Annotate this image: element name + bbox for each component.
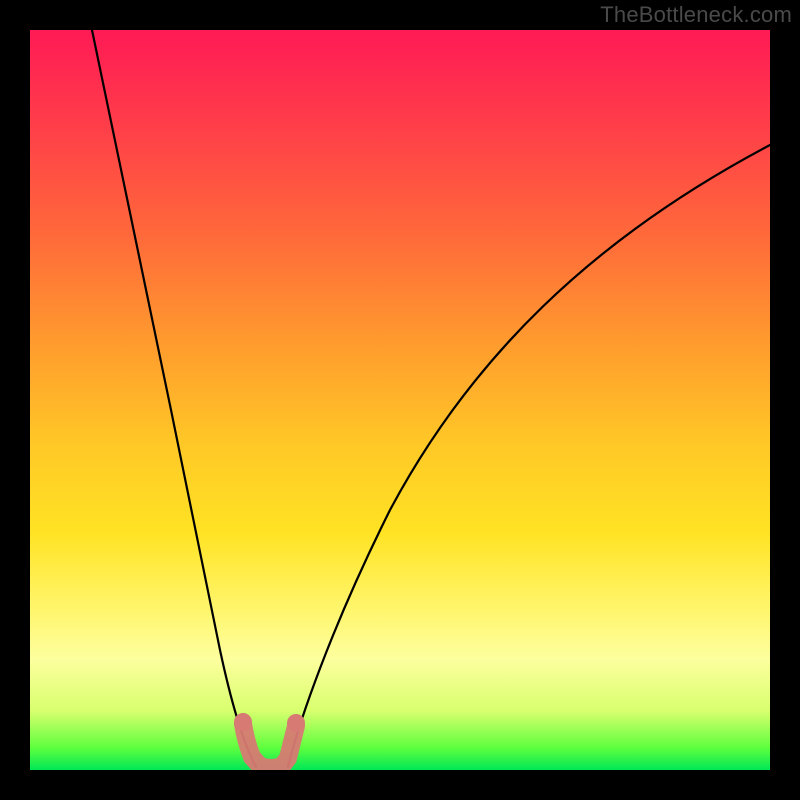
curve-left <box>92 30 256 767</box>
plot-area <box>30 30 770 770</box>
highlight-bridge <box>243 724 296 768</box>
highlight-dot-left <box>234 713 252 731</box>
curve-right <box>288 145 770 767</box>
highlight-dot-right <box>287 714 305 732</box>
chart-svg <box>30 30 770 770</box>
watermark-text: TheBottleneck.com <box>600 2 792 28</box>
